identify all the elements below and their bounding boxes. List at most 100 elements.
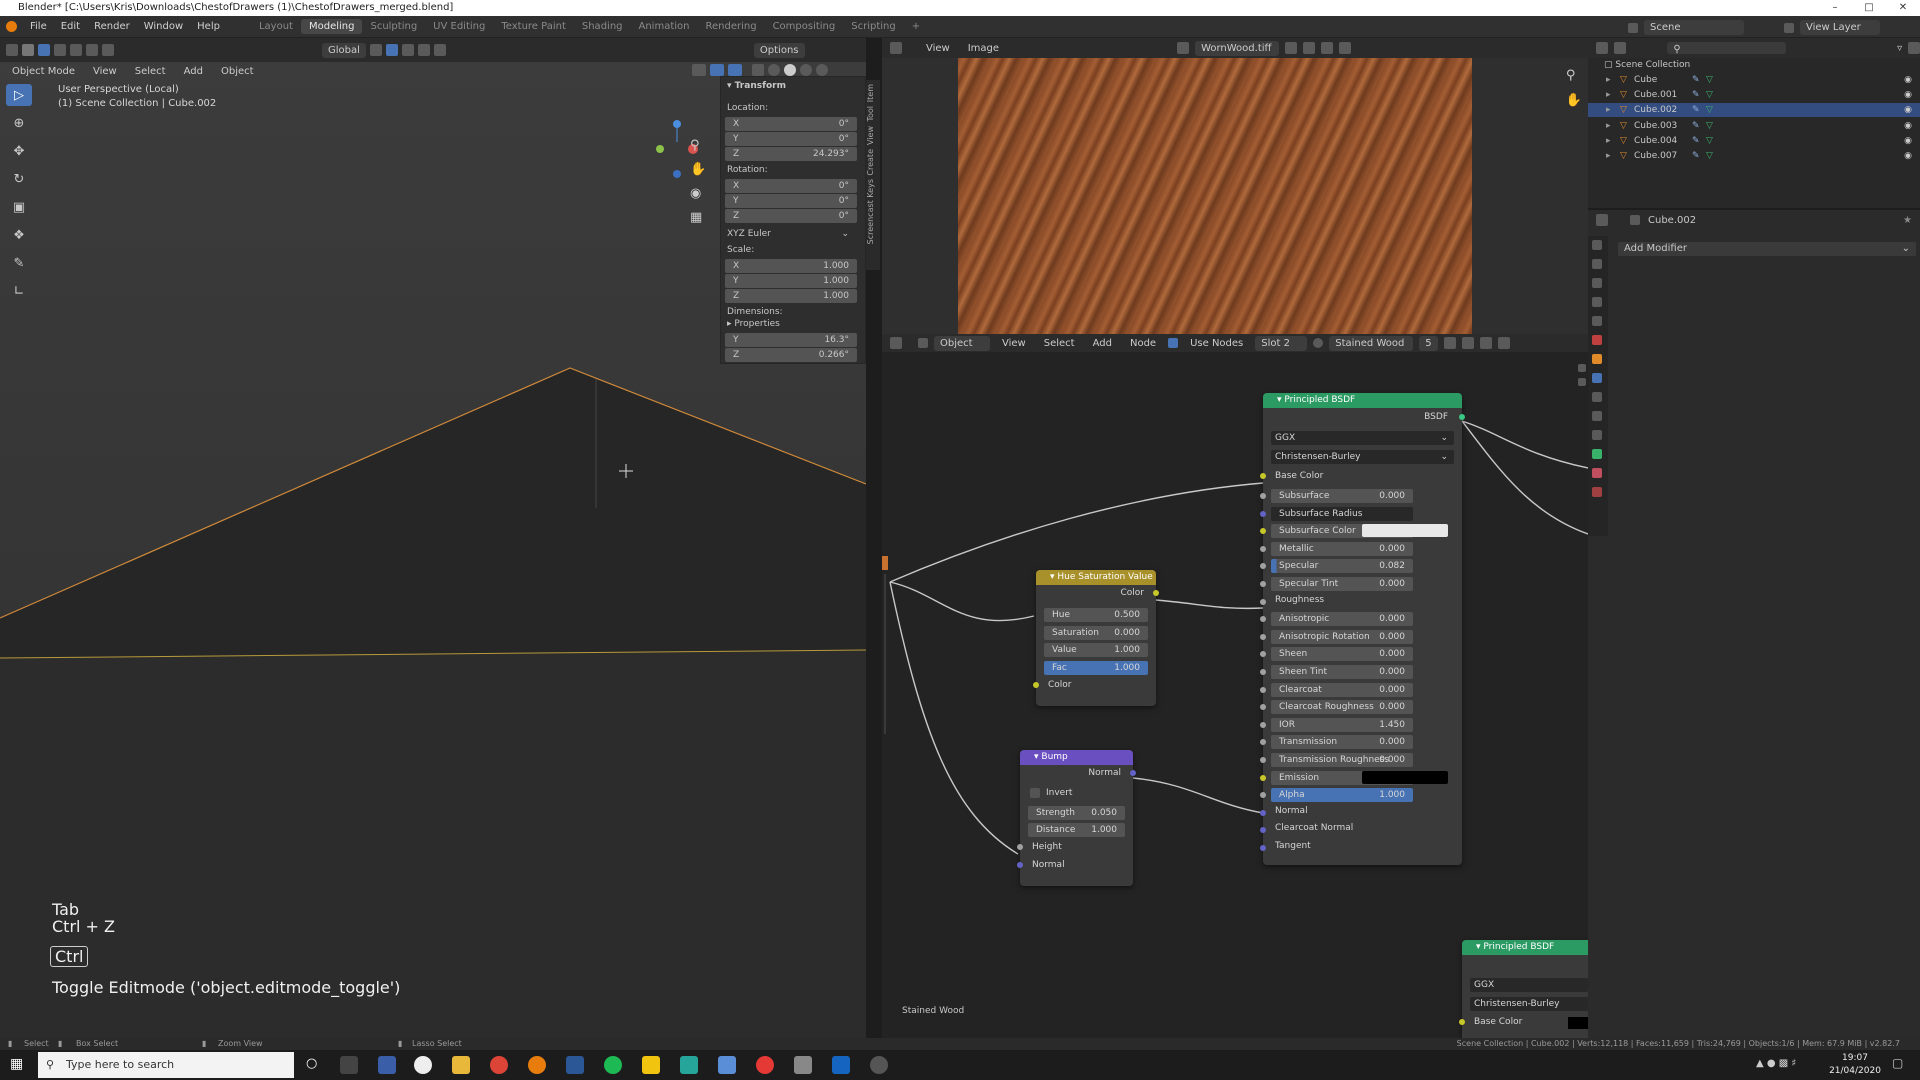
editor-type-icon[interactable] [890, 337, 902, 349]
node-header[interactable]: ▾ Principled BSDF [1462, 940, 1588, 955]
output-tab-icon[interactable] [1592, 278, 1602, 288]
bsdf-input-socket[interactable] [1260, 827, 1266, 834]
bump-output-socket[interactable] [1130, 770, 1136, 776]
fake-user-icon[interactable] [1443, 337, 1456, 349]
tab-modeling[interactable]: Modeling [300, 19, 363, 34]
expand-icon[interactable]: ▸ [1606, 149, 1611, 163]
tab-screencast-keys[interactable]: Screencast Keys [866, 179, 875, 244]
zoom-icon[interactable]: ⚲ [1566, 68, 1582, 83]
bsdf-subsurface-color-swatch[interactable] [1362, 524, 1448, 538]
app-icon-3[interactable] [680, 1056, 698, 1074]
select-intersect-icon[interactable] [102, 44, 114, 56]
tab-sculpting[interactable]: Sculpting [362, 19, 425, 34]
outliner-item[interactable]: ▸ ▽ Cube.007 ✎ ▽ ◉ [1588, 149, 1920, 163]
tool-tab-icon[interactable] [1592, 240, 1602, 250]
location-y-field[interactable]: Y 0° [725, 132, 857, 146]
image-name-field[interactable]: WornWood.tiff [1195, 40, 1280, 56]
node-tool-tab-icon[interactable] [1578, 378, 1586, 386]
bsdf-clearcoat-roughness-field[interactable]: Clearcoat Roughness 0.000 [1271, 700, 1413, 715]
tab-view[interactable]: View [866, 126, 875, 145]
scale-x-field[interactable]: X 1.000 [725, 259, 857, 273]
location-x-field[interactable]: X 0° [725, 117, 857, 131]
subsurface-method-dropdown-2[interactable]: Christensen-Burley [1470, 997, 1588, 1011]
scene-tab-icon[interactable] [1592, 316, 1602, 326]
menu-edit[interactable]: Edit [54, 21, 87, 32]
menu-view[interactable]: View [996, 338, 1032, 349]
texture-tab-icon[interactable] [1592, 487, 1602, 497]
bsdf-specular-tint-field[interactable]: Specular Tint 0.000 [1271, 577, 1413, 591]
transform-tool-icon[interactable]: ❖ [6, 224, 32, 246]
hsv-value-field[interactable]: Value 1.000 [1044, 643, 1148, 657]
slot-dropdown[interactable]: Slot 2 [1255, 335, 1308, 351]
material-shading-icon[interactable] [800, 64, 812, 76]
visibility-eye-icon[interactable]: ◉ [1904, 119, 1912, 133]
measure-tool-icon[interactable]: ∟ [6, 280, 32, 302]
tab-uv-editing[interactable]: UV Editing [425, 19, 493, 34]
outliner-item[interactable]: ▸ ▽ Cube.003 ✎ ▽ ◉ [1588, 119, 1920, 133]
node-header[interactable]: ▾ Bump [1020, 750, 1133, 765]
menu-object[interactable]: Object [215, 66, 260, 77]
rotation-z-field[interactable]: Z 0° [725, 209, 857, 223]
bsdf-input-socket[interactable] [1260, 809, 1266, 816]
material-users-count[interactable]: 5 [1419, 335, 1438, 351]
unlink-image-icon[interactable] [1321, 42, 1334, 54]
mode-dropdown[interactable]: Object Mode [6, 64, 81, 79]
solid-shading-icon[interactable] [784, 64, 796, 76]
new-material-icon[interactable] [1461, 337, 1474, 349]
menu-render[interactable]: Render [87, 21, 137, 32]
bsdf-tangent-field[interactable]: Tangent [1275, 841, 1311, 851]
outliner-item[interactable]: ▸ ▽ Cube ✎ ▽ ◉ [1588, 73, 1920, 87]
select-box-icon[interactable] [38, 44, 50, 56]
material-name-field[interactable]: Stained Wood [1329, 335, 1414, 351]
blender-taskbar-icon[interactable] [528, 1056, 546, 1074]
menu-window[interactable]: Window [137, 21, 190, 32]
bump-distance-field[interactable]: Distance 1.000 [1028, 823, 1125, 837]
bsdf-input-socket[interactable] [1260, 686, 1266, 693]
cursor-tool-icon[interactable]: ⊕ [6, 112, 32, 134]
bsdf-input-socket[interactable] [1260, 721, 1266, 728]
node-principled-bsdf[interactable]: ▾ Principled BSDF BSDF GGX ⌄ Christensen-… [1260, 393, 1465, 865]
bsdf-roughness-field[interactable]: Roughness [1275, 595, 1324, 605]
constraints-tab-icon[interactable] [1592, 430, 1602, 440]
scene-selector[interactable]: Scene [1644, 20, 1744, 35]
scale-y-field[interactable]: Y 1.000 [725, 274, 857, 288]
bsdf-input-socket[interactable] [1260, 581, 1266, 587]
use-nodes-checkbox[interactable] [1168, 338, 1179, 348]
hsv-output-socket[interactable] [1153, 590, 1159, 596]
clock-date[interactable]: 21/04/2020 [1824, 1066, 1886, 1076]
clock-time[interactable]: 19:07 [1830, 1053, 1880, 1063]
pivot-icon[interactable] [369, 44, 382, 56]
bsdf-input-socket[interactable] [1260, 563, 1266, 570]
view-layer-selector[interactable]: View Layer [1800, 20, 1880, 35]
menu-add[interactable]: Add [178, 66, 209, 77]
visibility-eye-icon[interactable]: ◉ [1904, 88, 1912, 102]
bump-height-socket[interactable] [1017, 844, 1023, 850]
bsdf-normal-field[interactable]: Normal [1275, 806, 1308, 816]
bsdf-input-socket[interactable] [1260, 545, 1266, 552]
bsdf-input-socket[interactable] [1260, 510, 1266, 517]
new-image-icon[interactable] [1285, 42, 1298, 54]
maximize-icon[interactable]: □ [1852, 0, 1886, 16]
hsv-saturation-field[interactable]: Saturation 0.000 [1044, 626, 1148, 640]
app-icon-7[interactable] [832, 1056, 850, 1074]
bsdf-input-socket[interactable] [1260, 528, 1266, 535]
tray-icons[interactable]: ▲ ● ▩ ♯ [1756, 1058, 1796, 1069]
app-icon-2[interactable] [414, 1056, 432, 1074]
bsdf2-base-color-socket[interactable] [1459, 1019, 1465, 1025]
bsdf-subsurface-radius-field[interactable]: Subsurface Radius [1271, 506, 1413, 521]
bsdf-input-socket[interactable] [1260, 493, 1266, 499]
bsdf-anisotropic-field[interactable]: Anisotropic 0.000 [1271, 612, 1413, 627]
bsdf-input-socket[interactable] [1260, 651, 1266, 658]
editor-type-icon[interactable] [6, 44, 18, 56]
select-invert-icon[interactable] [86, 44, 98, 56]
visibility-eye-icon[interactable]: ◉ [1904, 149, 1912, 163]
bsdf-input-socket[interactable] [1260, 633, 1266, 640]
transform-section-title[interactable]: ▾ Transform [727, 81, 786, 91]
add-workspace-icon[interactable]: + [904, 19, 928, 34]
app-icon-5[interactable] [756, 1056, 774, 1074]
menu-file[interactable]: File [23, 21, 54, 32]
add-modifier-dropdown[interactable]: Add Modifier ⌄ [1618, 242, 1916, 256]
view-layer-tab-icon[interactable] [1592, 297, 1602, 307]
location-z-field[interactable]: Z 24.293° [725, 147, 857, 161]
data-tab-icon[interactable] [1592, 449, 1602, 459]
